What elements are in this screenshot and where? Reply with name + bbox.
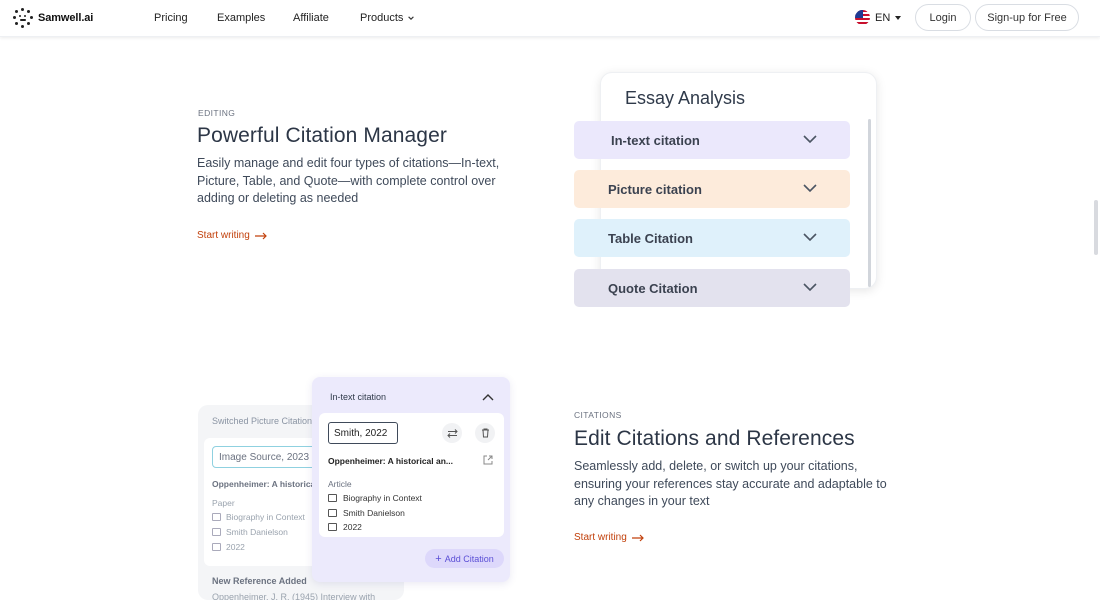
- chevron-up-icon[interactable]: [482, 393, 494, 401]
- arrow-right-icon: [631, 534, 644, 541]
- brand-logo[interactable]: Samwell.ai: [13, 8, 93, 28]
- mock-back-title: Switched Picture Citation: [212, 416, 313, 426]
- mock-front-author: Smith Danielson: [343, 508, 405, 518]
- accordion-table-citation[interactable]: Table Citation: [574, 219, 850, 257]
- user-icon: [212, 528, 221, 536]
- mock-front-source: Biography in Context: [343, 493, 422, 503]
- mock-back-year: 2022: [226, 542, 245, 552]
- card-scrollbar[interactable]: [868, 119, 871, 287]
- accordion-label: Picture citation: [608, 181, 702, 197]
- start-writing-label: Start writing: [574, 532, 627, 543]
- accordion-in-text-citation[interactable]: In-text citation: [574, 121, 850, 159]
- logo-icon: [13, 8, 33, 28]
- mock-back-ref: Oppenheimer: A historical analysis: [212, 479, 317, 489]
- nav-products-label: Products: [360, 12, 404, 24]
- accordion-label: Table Citation: [608, 230, 693, 246]
- section-description-edit-citations: Seamlessly add, delete, or switch up you…: [574, 459, 887, 508]
- chevron-down-icon: [803, 233, 817, 242]
- start-writing-label: Start writing: [197, 230, 250, 241]
- section-title-citation-manager: Powerful Citation Manager: [197, 124, 447, 147]
- mock-back-author: Smith Danielson: [226, 527, 288, 537]
- trash-glyph: [481, 428, 489, 438]
- us-flag-icon: [855, 10, 870, 25]
- swap-icon[interactable]: [442, 423, 462, 443]
- start-writing-link-1[interactable]: Start writing: [197, 230, 268, 241]
- chevron-down-icon: [803, 283, 817, 292]
- page-scrollbar[interactable]: [1094, 200, 1098, 255]
- accordion-picture-citation[interactable]: Picture citation: [574, 170, 850, 208]
- mock-front-year: 2022: [343, 522, 362, 532]
- user-icon: [328, 509, 337, 517]
- calendar-icon: [328, 523, 337, 531]
- plus-icon: +: [435, 552, 442, 565]
- nav-products[interactable]: Products: [360, 12, 415, 24]
- book-icon: [212, 513, 221, 521]
- accordion-quote-citation[interactable]: Quote Citation: [574, 269, 850, 307]
- nav-examples[interactable]: Examples: [217, 12, 265, 24]
- external-link-icon[interactable]: [483, 455, 493, 465]
- add-citation-button[interactable]: + Add Citation: [425, 549, 504, 568]
- signup-button[interactable]: Sign-up for Free: [975, 4, 1079, 31]
- top-nav-bar: Samwell.ai Pricing Examples Affiliate Pr…: [0, 0, 1100, 37]
- section-eyebrow-editing: EDITING: [198, 108, 236, 118]
- section-description-citation-manager: Easily manage and edit four types of cit…: [197, 156, 500, 205]
- mock-front-inner: Smith, 2022 Oppenheimer: A historical an…: [319, 413, 504, 537]
- mock-back-author-row: Smith Danielson: [212, 527, 288, 537]
- accordion-label: In-text citation: [611, 132, 700, 148]
- mock-front-type: Article: [328, 479, 352, 489]
- book-icon: [328, 494, 337, 502]
- start-writing-link-2[interactable]: Start writing: [574, 532, 645, 543]
- citation-text-field[interactable]: Smith, 2022: [328, 422, 398, 444]
- section-eyebrow-citations: CITATIONS: [574, 410, 622, 420]
- mock-back-year-row: 2022: [212, 542, 245, 552]
- language-selector[interactable]: EN: [855, 10, 902, 25]
- mock-front-year-row: 2022: [328, 522, 362, 532]
- section-title-edit-citations: Edit Citations and References: [574, 427, 855, 450]
- caret-down-icon: [895, 15, 902, 20]
- chevron-down-icon: [803, 135, 817, 144]
- essay-analysis-title: Essay Analysis: [625, 88, 746, 108]
- accordion-label: Quote Citation: [608, 280, 698, 296]
- chevron-down-icon: [408, 16, 415, 20]
- arrow-right-icon: [254, 232, 267, 239]
- mock-back-source-row: Biography in Context: [212, 512, 305, 522]
- nav-affiliate[interactable]: Affiliate: [293, 12, 329, 24]
- mock-back-source: Biography in Context: [226, 512, 305, 522]
- new-reference-title: New Reference Added: [212, 576, 307, 586]
- in-text-citation-mock-card: In-text citation Smith, 2022 Oppenheimer…: [312, 377, 510, 582]
- add-citation-label: Add Citation: [444, 553, 494, 564]
- image-source-field[interactable]: Image Source, 2023: [212, 446, 322, 468]
- mock-front-source-row: Biography in Context: [328, 493, 422, 503]
- mock-front-author-row: Smith Danielson: [328, 508, 405, 518]
- new-reference-text: Oppenheimer, J. R. (1945) Interview with: [212, 592, 376, 600]
- mock-front-title: In-text citation: [330, 392, 387, 402]
- brand-name: Samwell.ai: [38, 12, 94, 24]
- calendar-icon: [212, 543, 221, 551]
- nav-pricing[interactable]: Pricing: [154, 12, 188, 24]
- mock-front-ref: Oppenheimer: A historical an...: [328, 456, 454, 466]
- mock-back-type: Paper: [212, 498, 235, 508]
- trash-icon[interactable]: [475, 423, 495, 443]
- language-label: EN: [875, 11, 891, 24]
- swap-glyph: [446, 428, 458, 438]
- chevron-down-icon: [803, 184, 817, 193]
- login-button[interactable]: Login: [915, 4, 971, 31]
